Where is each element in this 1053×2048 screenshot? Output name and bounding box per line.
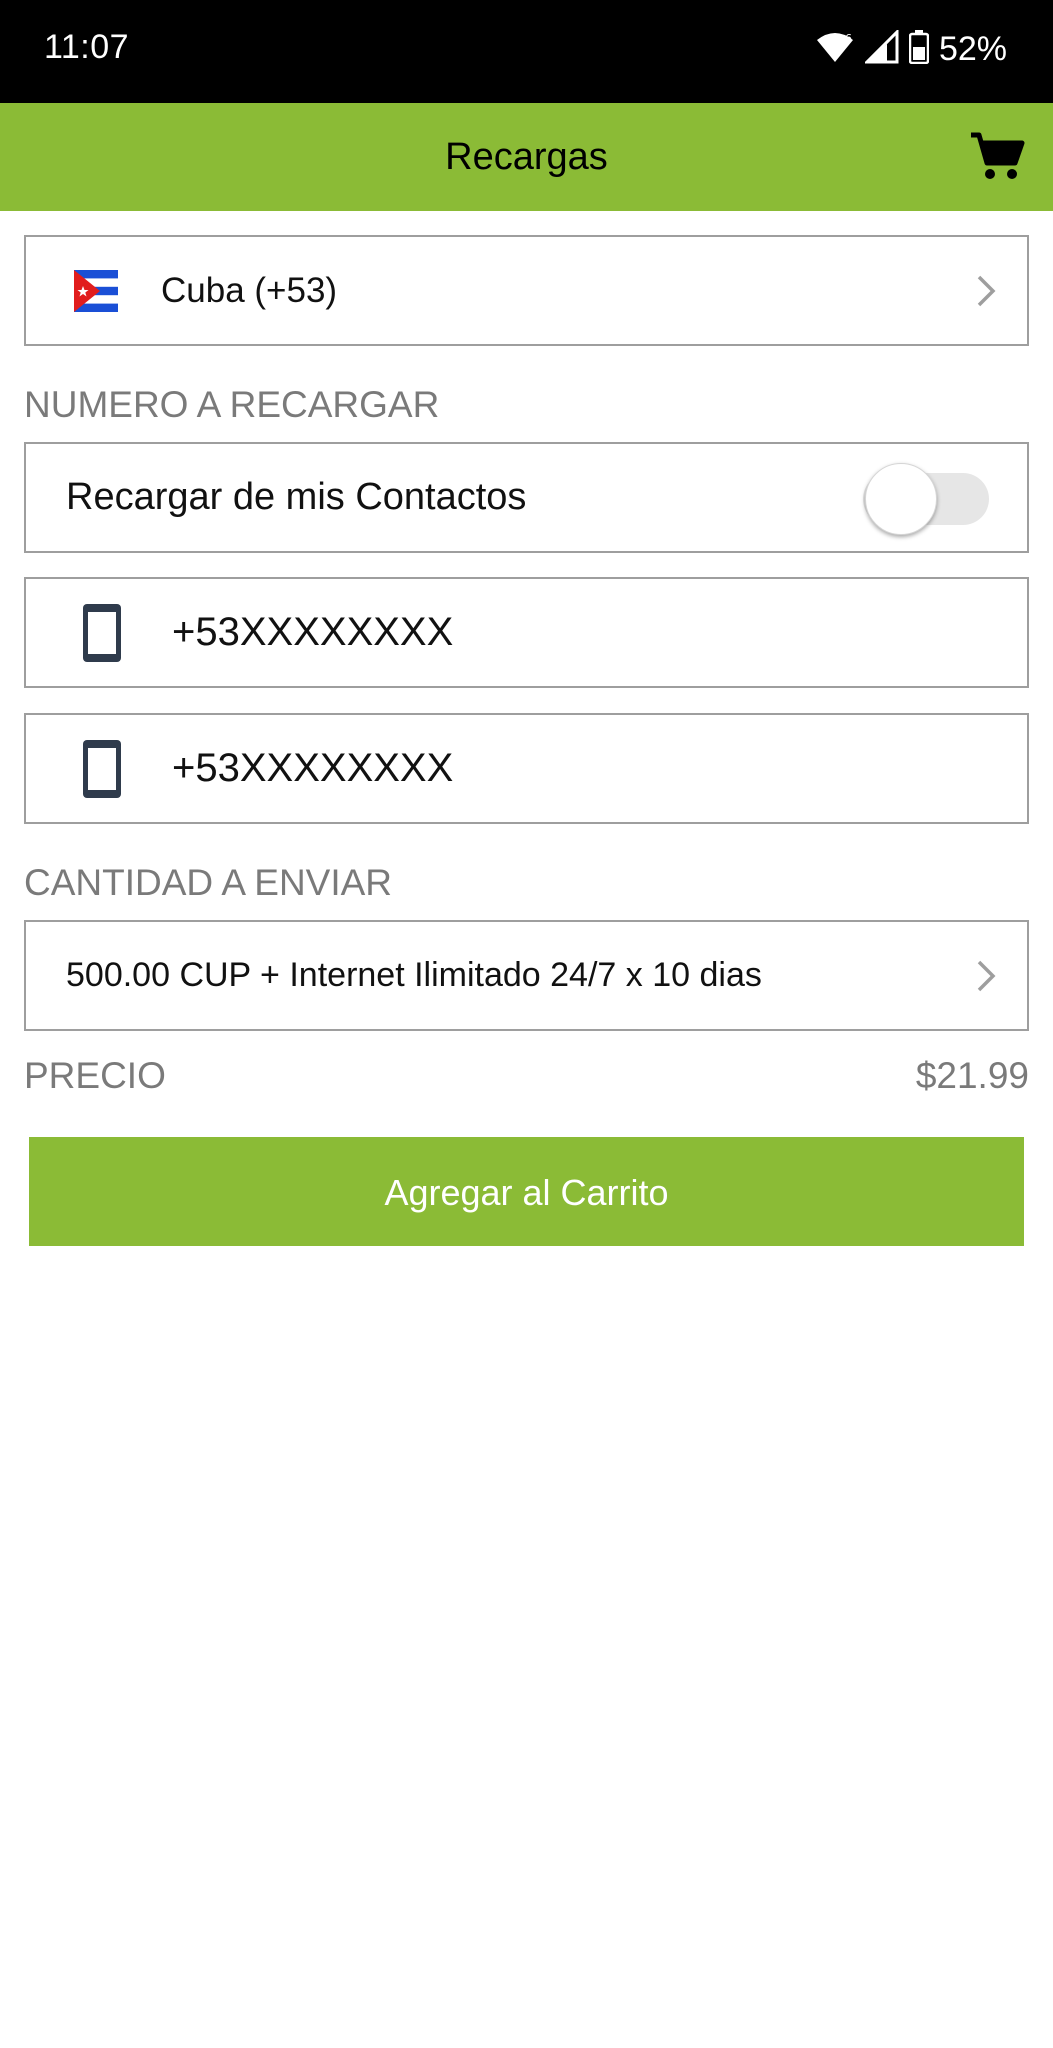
- chevron-right-icon: [977, 960, 996, 992]
- price-row: PRECIO $21.99: [24, 1055, 1029, 1105]
- add-to-cart-button[interactable]: Agregar al Carrito: [29, 1137, 1024, 1246]
- contacts-toggle-row: Recargar de mis Contactos: [24, 442, 1029, 553]
- status-time: 11:07: [44, 28, 130, 66]
- mobile-phone-icon: [83, 604, 121, 662]
- cuba-flag-icon: [74, 270, 118, 312]
- battery-percentage: 52%: [938, 30, 1007, 68]
- phone-input[interactable]: [172, 579, 992, 686]
- amount-selected-label: 500.00 CUP + Internet Ilimitado 24/7 x 1…: [66, 956, 762, 994]
- status-bar: 11:07 6 52%: [0, 0, 1053, 103]
- cart-button[interactable]: [969, 129, 1025, 185]
- contacts-toggle-switch[interactable]: [863, 461, 989, 537]
- svg-text:6: 6: [845, 32, 852, 45]
- amount-selector[interactable]: 500.00 CUP + Internet Ilimitado 24/7 x 1…: [24, 920, 1029, 1031]
- signal-icon: [863, 28, 899, 69]
- mobile-phone-icon: [83, 740, 121, 798]
- cart-icon: [971, 132, 1025, 179]
- price-label: PRECIO: [24, 1055, 166, 1096]
- status-icons: 6 52%: [815, 28, 1007, 69]
- country-label: Cuba (+53): [161, 271, 338, 310]
- app-bar: Recargas: [0, 103, 1053, 211]
- contacts-toggle-label: Recargar de mis Contactos: [66, 476, 527, 518]
- country-selector[interactable]: Cuba (+53): [24, 235, 1029, 346]
- amount-heading: CANTIDAD A ENVIAR: [24, 862, 393, 903]
- battery-icon: [908, 30, 930, 69]
- phone-field-2[interactable]: [24, 713, 1029, 824]
- chevron-right-icon: [977, 275, 996, 307]
- wifi-icon: 6: [815, 30, 855, 69]
- page-title: Recargas: [445, 136, 608, 178]
- recharge-number-heading: NUMERO A RECARGAR: [24, 384, 440, 425]
- price-value: $21.99: [915, 1055, 1029, 1096]
- phone-input[interactable]: [172, 715, 992, 822]
- toggle-thumb: [865, 463, 937, 535]
- phone-field-1[interactable]: [24, 577, 1029, 688]
